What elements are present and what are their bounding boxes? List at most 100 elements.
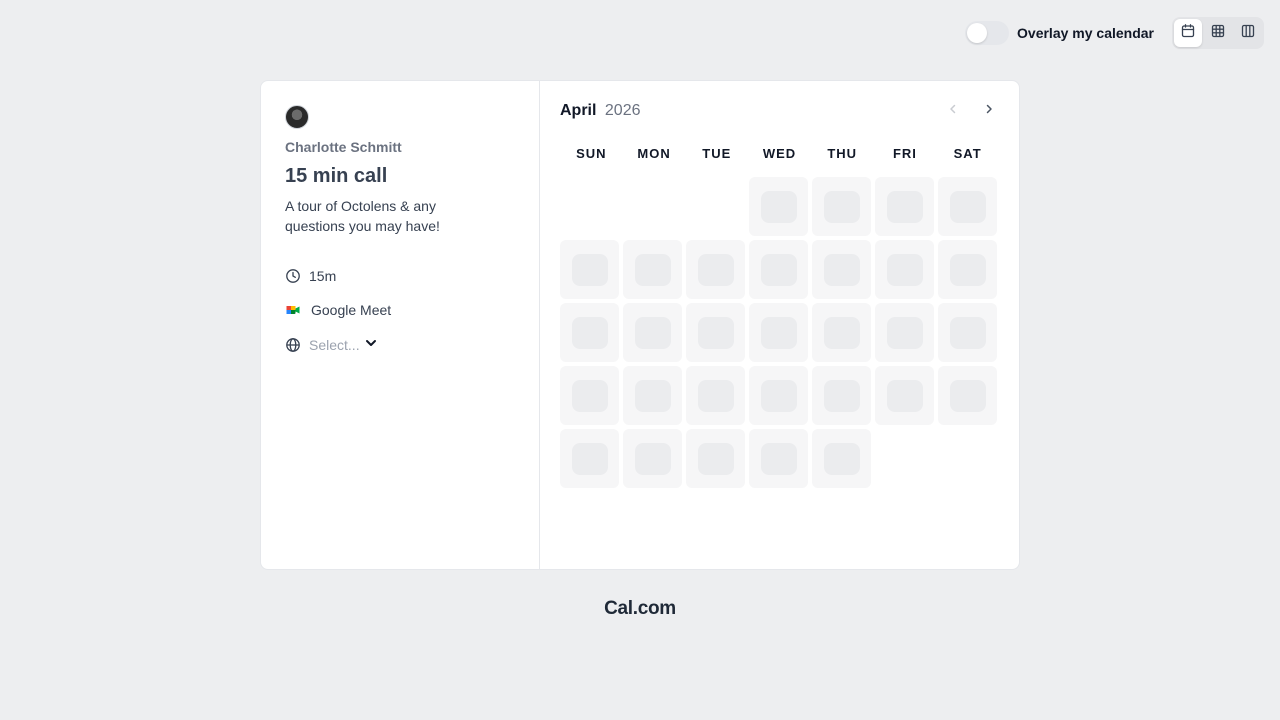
day-loading-skeleton — [760, 253, 797, 286]
weekday-label: MON — [637, 146, 671, 161]
weekday-header: SUN MON TUE WED THU FRI SAT — [560, 146, 999, 161]
day-cell[interactable] — [812, 429, 871, 488]
day-loading-skeleton — [823, 190, 860, 223]
day-cell[interactable] — [938, 303, 997, 362]
day-loading-skeleton — [949, 190, 986, 223]
day-cell[interactable] — [749, 366, 808, 425]
previous-month-button[interactable] — [941, 99, 965, 123]
next-month-button[interactable] — [977, 99, 1001, 123]
day-loading-skeleton — [571, 442, 608, 475]
timezone-select[interactable]: Select... — [285, 336, 515, 353]
weekday-label: WED — [762, 146, 797, 161]
day-cell[interactable] — [749, 429, 808, 488]
day-cell[interactable] — [812, 366, 871, 425]
chevron-right-icon — [982, 102, 996, 121]
day-cell[interactable] — [560, 303, 619, 362]
day-cell[interactable] — [875, 366, 934, 425]
globe-icon — [285, 337, 301, 353]
calendar-header: April 2026 — [560, 101, 999, 121]
weekday-label: THU — [827, 146, 858, 161]
day-loading-skeleton — [697, 442, 734, 475]
overlay-calendar-toggle[interactable] — [965, 21, 1010, 45]
day-loading-skeleton — [571, 253, 608, 286]
google-meet-icon — [285, 302, 301, 318]
day-cell[interactable] — [623, 303, 682, 362]
month-year: April 2026 — [560, 102, 641, 120]
event-location: Google Meet — [285, 302, 515, 318]
day-loading-skeleton — [571, 379, 608, 412]
day-cell[interactable] — [686, 240, 745, 299]
weekday-label: TUE — [702, 146, 732, 161]
day-cell[interactable] — [938, 366, 997, 425]
day-loading-skeleton — [760, 442, 797, 475]
day-cell[interactable] — [938, 240, 997, 299]
day-cell[interactable] — [812, 303, 871, 362]
day-loading-skeleton — [886, 190, 923, 223]
day-cell[interactable] — [875, 303, 934, 362]
day-loading-skeleton — [571, 316, 608, 349]
day-loading-skeleton — [634, 253, 671, 286]
day-loading-skeleton — [634, 442, 671, 475]
day-loading-skeleton — [949, 253, 986, 286]
day-cell[interactable] — [686, 429, 745, 488]
day-loading-skeleton — [697, 316, 734, 349]
day-loading-skeleton — [823, 442, 860, 475]
weekday-label: SUN — [576, 146, 607, 161]
weekly-view-button[interactable] — [1204, 19, 1232, 47]
empty-day-cell — [686, 177, 745, 236]
day-cell[interactable] — [560, 366, 619, 425]
event-details-panel: Charlotte Schmitt 15 min call A tour of … — [261, 81, 540, 569]
day-loading-skeleton — [760, 316, 797, 349]
day-cell[interactable] — [560, 429, 619, 488]
day-cell[interactable] — [749, 303, 808, 362]
day-cell[interactable] — [875, 177, 934, 236]
top-bar: Overlay my calendar — [965, 17, 1264, 49]
location-label: Google Meet — [311, 302, 392, 318]
day-cell[interactable] — [560, 240, 619, 299]
month-navigation — [941, 99, 1001, 123]
day-loading-skeleton — [949, 316, 986, 349]
day-cell[interactable] — [812, 177, 871, 236]
day-loading-skeleton — [886, 379, 923, 412]
day-loading-skeleton — [697, 253, 734, 286]
weekday-label: SAT — [953, 146, 982, 161]
toggle-knob — [967, 23, 988, 43]
day-cell[interactable] — [938, 177, 997, 236]
calendar-month-icon — [1180, 23, 1196, 44]
day-loading-skeleton — [886, 253, 923, 286]
day-cell[interactable] — [812, 240, 871, 299]
month-view-button[interactable] — [1174, 19, 1202, 47]
columns-icon — [1240, 23, 1256, 44]
day-loading-skeleton — [760, 379, 797, 412]
day-loading-skeleton — [823, 253, 860, 286]
avatar — [285, 105, 309, 129]
timezone-placeholder: Select... — [309, 336, 360, 353]
day-cell[interactable] — [623, 429, 682, 488]
weekday-label: FRI — [892, 146, 917, 161]
event-duration: 15m — [285, 268, 515, 284]
column-view-button[interactable] — [1234, 19, 1262, 47]
days-grid — [560, 177, 999, 488]
event-title: 15 min call — [285, 165, 388, 187]
grid-icon — [1210, 23, 1226, 44]
day-cell[interactable] — [749, 240, 808, 299]
day-cell[interactable] — [623, 366, 682, 425]
event-description: A tour of Octolens & any questions you m… — [285, 198, 440, 234]
overlay-calendar-label: Overlay my calendar — [1017, 25, 1154, 41]
month-label: April — [560, 102, 597, 119]
calendar-panel: April 2026 SUN MON TUE WED THU FRI SAT — [540, 81, 1019, 569]
duration-label: 15m — [309, 268, 337, 284]
day-loading-skeleton — [823, 316, 860, 349]
chevron-down-icon — [364, 336, 378, 353]
day-cell[interactable] — [686, 366, 745, 425]
year-label: 2026 — [604, 102, 641, 119]
day-cell[interactable] — [686, 303, 745, 362]
day-loading-skeleton — [634, 379, 671, 412]
day-loading-skeleton — [760, 190, 797, 223]
day-cell[interactable] — [875, 240, 934, 299]
cal-com-logo: Cal.com — [604, 598, 676, 619]
day-cell[interactable] — [623, 240, 682, 299]
day-loading-skeleton — [886, 316, 923, 349]
chevron-left-icon — [946, 102, 960, 121]
day-cell[interactable] — [749, 177, 808, 236]
